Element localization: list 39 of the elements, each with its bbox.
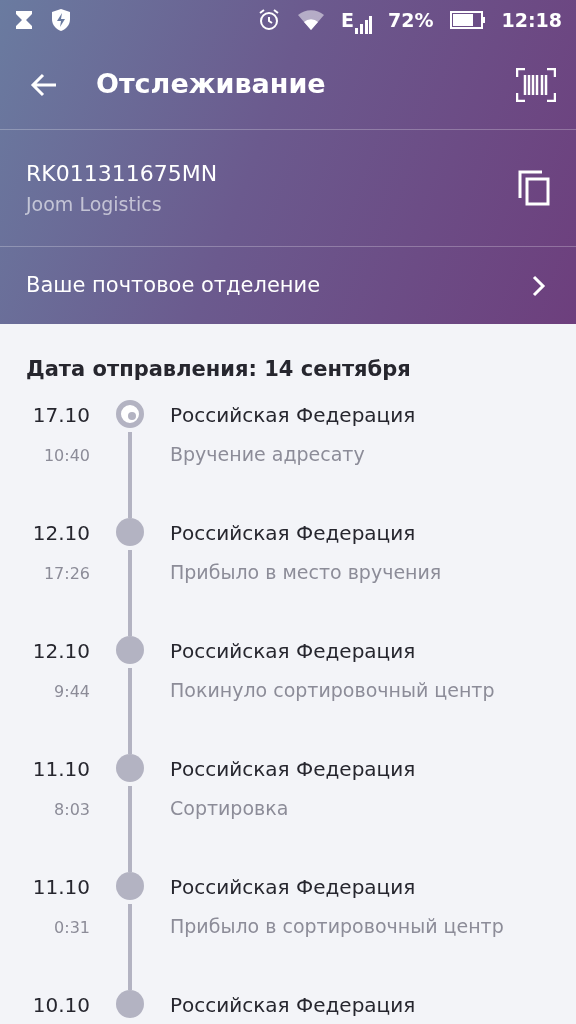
screen-title: Отслеживание: [96, 67, 326, 102]
event-date: 17.10: [31, 401, 90, 429]
event-location: Российская Федерация: [170, 519, 417, 547]
event-status: Прибыло в место вручения: [170, 559, 442, 585]
event-time: 9:44: [53, 680, 90, 703]
post-office-row[interactable]: Ваше почтовое отделение: [0, 247, 576, 324]
hourglass-icon: [14, 10, 34, 30]
event-date: 10.10: [31, 991, 90, 1019]
event-date: 12.10: [31, 519, 90, 547]
event-status: Вручение адресату: [170, 441, 366, 467]
event-location: Российская Федерация: [170, 755, 416, 783]
event-location: Российская Федерация: [170, 991, 416, 1019]
event-date: 12.10: [31, 637, 90, 665]
event-time: 8:03: [53, 798, 90, 821]
event-status: Сортировка: [170, 795, 290, 821]
battery-icon: [449, 10, 486, 30]
network-type: E: [341, 7, 355, 33]
back-arrow-icon[interactable]: [30, 72, 58, 97]
event-status: Покинуло сортировочный центр: [170, 677, 495, 703]
event-time: 17:26: [42, 562, 90, 585]
carrier-name: Joom Logistics: [26, 192, 163, 218]
event-date: 11.10: [31, 755, 90, 783]
battery-percent: 72%: [388, 7, 434, 33]
clock-time: 12:18: [501, 7, 562, 33]
barcode-scan-icon[interactable]: [516, 67, 556, 102]
copy-icon[interactable]: [518, 170, 550, 206]
event-status: Прибыло в сортировочный центр: [170, 913, 504, 939]
ship-date-heading: Дата отправления: 14 сентября: [25, 356, 412, 383]
chevron-right-icon: [532, 274, 546, 297]
event-time: 10:40: [42, 444, 90, 467]
shield-icon: [50, 8, 72, 32]
event-date: 11.10: [31, 873, 90, 901]
event-location: Российская Федерация: [170, 401, 416, 429]
event-location: Российская Федерация: [170, 637, 417, 665]
signal-icon: [354, 16, 373, 35]
tracking-number: RK011311675MN: [26, 160, 218, 189]
event-location: Российская Федерация: [170, 873, 417, 901]
wifi-icon: [297, 9, 326, 31]
event-time: 0:31: [53, 916, 90, 939]
